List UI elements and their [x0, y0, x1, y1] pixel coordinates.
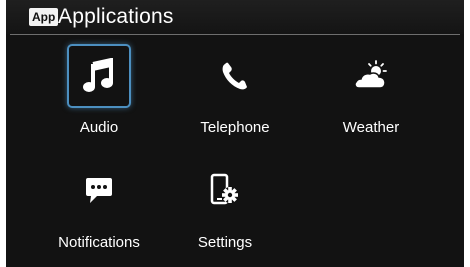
app-tile-notifications[interactable]: Notifications: [44, 155, 154, 255]
weather-icon: [354, 60, 387, 89]
selection-frame: [67, 44, 131, 108]
app-label-settings: Settings: [197, 234, 253, 251]
app-label-notifications: Notifications: [58, 234, 140, 251]
icon-frame: [339, 44, 403, 108]
app-label-audio: Audio: [79, 119, 119, 136]
device-gear-icon: [210, 173, 238, 205]
app-tile-weather[interactable]: Weather: [316, 40, 426, 140]
app-label-telephone: Telephone: [200, 119, 270, 136]
music-note-icon: [83, 58, 113, 92]
icon-frame: [193, 159, 257, 223]
app-badge: App: [29, 8, 59, 26]
app-tile-audio[interactable]: Audio: [44, 40, 154, 140]
icon-frame: [67, 159, 131, 223]
app-label-weather: Weather: [342, 119, 400, 136]
header-divider: [10, 34, 460, 35]
applications-screen: App Applications Audio Telephone Weather…: [6, 0, 464, 267]
phone-icon: [222, 62, 247, 90]
icon-frame: [203, 44, 267, 108]
app-tile-telephone[interactable]: Telephone: [180, 40, 290, 140]
page-title: Applications: [58, 5, 174, 28]
header-bar: App Applications: [6, 0, 464, 34]
chat-bubble-icon: [86, 178, 112, 203]
app-tile-settings[interactable]: Settings: [170, 155, 280, 255]
